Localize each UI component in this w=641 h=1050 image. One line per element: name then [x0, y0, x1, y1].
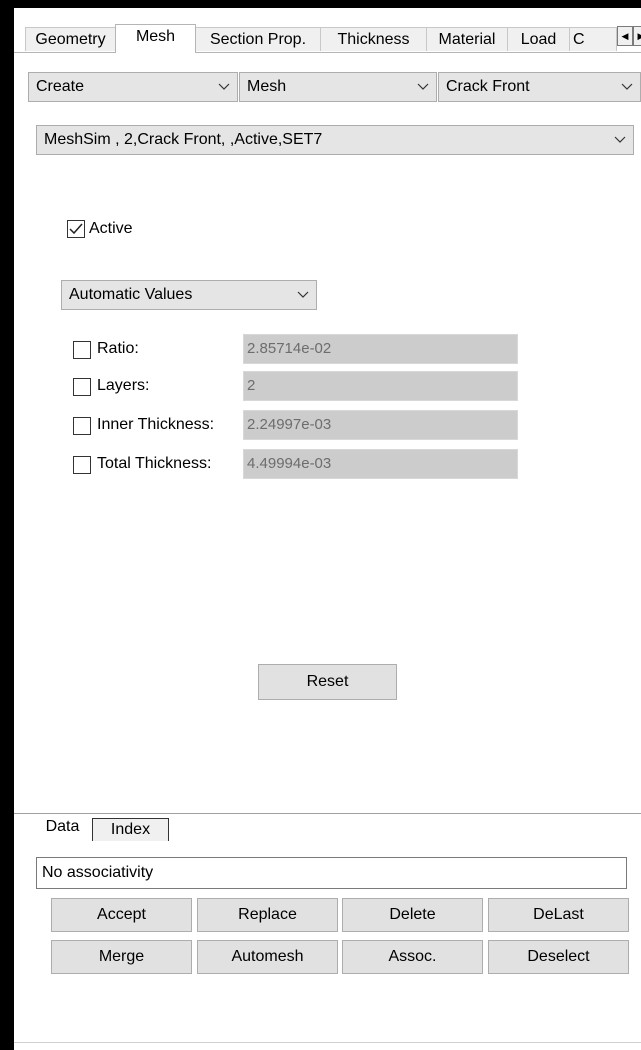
tab-overflow[interactable]: C — [569, 27, 617, 51]
total-thickness-checkbox[interactable] — [73, 456, 91, 474]
ratio-checkbox[interactable] — [73, 341, 91, 359]
total-thickness-label: Total Thickness: — [97, 455, 212, 472]
tab-strip: Geometry Mesh Section Prop. Thickness Ma… — [14, 24, 641, 53]
tab-section-prop[interactable]: Section Prop. — [195, 27, 321, 51]
mode-select[interactable]: Automatic Values — [61, 280, 317, 310]
mesh-select-value: MeshSim , 2,Crack Front, ,Active,SET7 — [44, 131, 323, 148]
mesh-panel: Geometry Mesh Section Prop. Thickness Ma… — [14, 8, 641, 1050]
chevron-down-icon — [218, 73, 230, 101]
tab-scroll-buttons: ◀ ▶ — [617, 26, 641, 46]
active-checkbox[interactable] — [67, 220, 85, 238]
tab-thickness[interactable]: Thickness — [320, 27, 427, 51]
entity-select[interactable]: Mesh — [239, 72, 437, 102]
accept-button[interactable]: Accept — [51, 898, 192, 932]
chevron-down-icon — [621, 73, 633, 101]
checkmark-icon — [69, 223, 83, 235]
ratio-field[interactable]: 2.85714e-02 — [243, 334, 518, 364]
tab-load[interactable]: Load — [507, 27, 570, 51]
delete-button[interactable]: Delete — [342, 898, 483, 932]
tab-geometry[interactable]: Geometry — [25, 27, 116, 51]
replace-button[interactable]: Replace — [197, 898, 338, 932]
mode-select-value: Automatic Values — [69, 286, 193, 303]
action-select-value: Create — [36, 78, 85, 95]
tab-data[interactable]: Data — [34, 814, 91, 841]
bottom-divider — [14, 813, 641, 814]
chevron-down-icon — [297, 281, 309, 309]
inner-thickness-field[interactable]: 2.24997e-03 — [243, 410, 518, 440]
layers-field[interactable]: 2 — [243, 371, 518, 401]
ratio-label: Ratio: — [97, 340, 139, 357]
mesh-select[interactable]: MeshSim , 2,Crack Front, ,Active,SET7 — [36, 125, 634, 155]
layers-checkbox[interactable] — [73, 378, 91, 396]
deselect-button[interactable]: Deselect — [488, 940, 629, 974]
associativity-field[interactable]: No associativity — [36, 857, 627, 889]
assoc-button[interactable]: Assoc. — [342, 940, 483, 974]
tab-index[interactable]: Index — [92, 818, 169, 841]
entity-select-value: Mesh — [247, 78, 287, 95]
inner-thickness-label: Inner Thickness: — [97, 416, 215, 433]
active-label: Active — [89, 220, 133, 237]
type-select-value: Crack Front — [446, 78, 530, 95]
triangle-right-icon[interactable]: ▶ — [633, 26, 641, 46]
delast-button[interactable]: DeLast — [488, 898, 629, 932]
merge-button[interactable]: Merge — [51, 940, 192, 974]
chevron-down-icon — [417, 73, 429, 101]
tab-mesh[interactable]: Mesh — [115, 24, 196, 53]
chevron-down-icon — [614, 126, 626, 154]
layers-label: Layers: — [97, 377, 150, 394]
inner-thickness-checkbox[interactable] — [73, 417, 91, 435]
action-select[interactable]: Create — [28, 72, 238, 102]
reset-button[interactable]: Reset — [258, 664, 397, 700]
footer-divider — [14, 1042, 641, 1043]
total-thickness-field[interactable]: 4.49994e-03 — [243, 449, 518, 479]
tab-material[interactable]: Material — [426, 27, 508, 51]
automesh-button[interactable]: Automesh — [197, 940, 338, 974]
triangle-left-icon[interactable]: ◀ — [617, 26, 633, 46]
type-select[interactable]: Crack Front — [438, 72, 641, 102]
